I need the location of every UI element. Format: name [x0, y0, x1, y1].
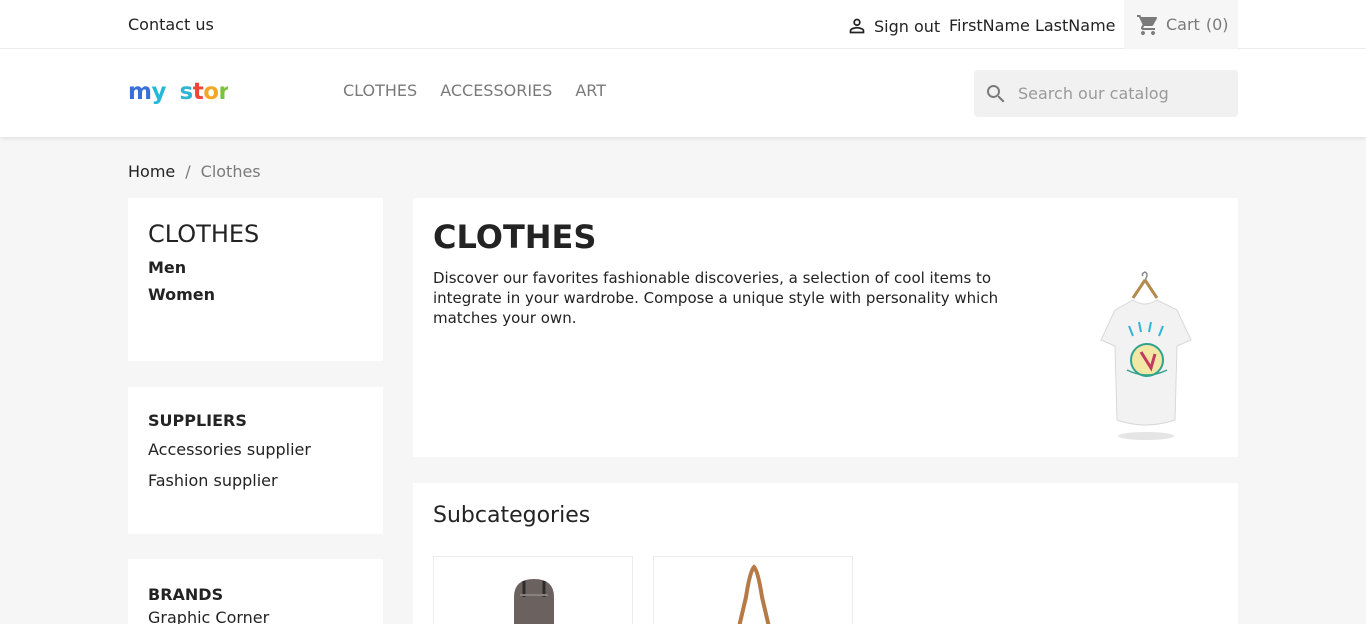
suppliers-title[interactable]: SUPPLIERS: [148, 411, 363, 430]
main-header: my store CLOTHES ACCESSORIES ART: [0, 49, 1366, 137]
cart-label: Cart: [1166, 15, 1200, 34]
sign-out-link[interactable]: Sign out: [846, 15, 940, 37]
suppliers-block: SUPPLIERS Accessories supplier Fashion s…: [128, 387, 383, 534]
cart-count: (0): [1205, 15, 1229, 34]
subcategory-men-image: [514, 579, 554, 624]
category-tree-title[interactable]: CLOTHES: [148, 220, 363, 248]
supplier-link[interactable]: Accessories supplier: [148, 440, 363, 459]
brands-block: BRANDS Graphic Corner: [128, 559, 383, 624]
search-icon[interactable]: [984, 82, 1008, 106]
svg-text:my store: my store: [128, 79, 228, 105]
subcategory-women-card[interactable]: [653, 556, 853, 624]
category-link-men[interactable]: Men: [148, 258, 363, 277]
breadcrumb-current: Clothes: [200, 162, 261, 181]
cart-icon: [1137, 14, 1158, 35]
sign-out-label: Sign out: [874, 16, 941, 36]
user-icon: [849, 18, 865, 34]
store-logo[interactable]: my store: [128, 77, 245, 115]
breadcrumb-separator: /: [185, 162, 191, 181]
search-input[interactable]: [1018, 84, 1228, 103]
category-image: [1100, 271, 1192, 440]
subcategories-block: Subcategories: [413, 483, 1238, 624]
breadcrumb: Home / Clothes: [128, 162, 261, 181]
subcategory-women-image: [737, 564, 771, 624]
category-description: Discover our favorites fashionable disco…: [433, 269, 999, 327]
main-nav: CLOTHES ACCESSORIES ART: [343, 81, 606, 100]
nav-art[interactable]: ART: [575, 81, 606, 100]
brand-link[interactable]: Graphic Corner: [148, 608, 363, 624]
subcategory-men-card[interactable]: [433, 556, 633, 624]
supplier-link[interactable]: Fashion supplier: [148, 471, 363, 490]
page-title: CLOTHES: [433, 218, 597, 256]
account-name-link[interactable]: FirstName LastName: [949, 16, 1116, 35]
top-bar: Contact us Sign out FirstName LastName C…: [0, 0, 1366, 49]
breadcrumb-home[interactable]: Home: [128, 162, 175, 181]
nav-clothes[interactable]: CLOTHES: [343, 81, 417, 100]
subcategories-title: Subcategories: [433, 503, 591, 528]
category-header: CLOTHES Discover our favorites fashionab…: [413, 198, 1238, 457]
search-widget: [974, 70, 1238, 117]
cart-button[interactable]: Cart (0): [1124, 0, 1238, 49]
store-logo-image: my store: [128, 79, 245, 105]
nav-accessories[interactable]: ACCESSORIES: [440, 81, 552, 100]
contact-us-link[interactable]: Contact us: [128, 15, 214, 34]
category-tree-block: CLOTHES Men Women: [128, 198, 383, 361]
brands-title[interactable]: BRANDS: [148, 585, 363, 604]
category-link-women[interactable]: Women: [148, 285, 363, 304]
